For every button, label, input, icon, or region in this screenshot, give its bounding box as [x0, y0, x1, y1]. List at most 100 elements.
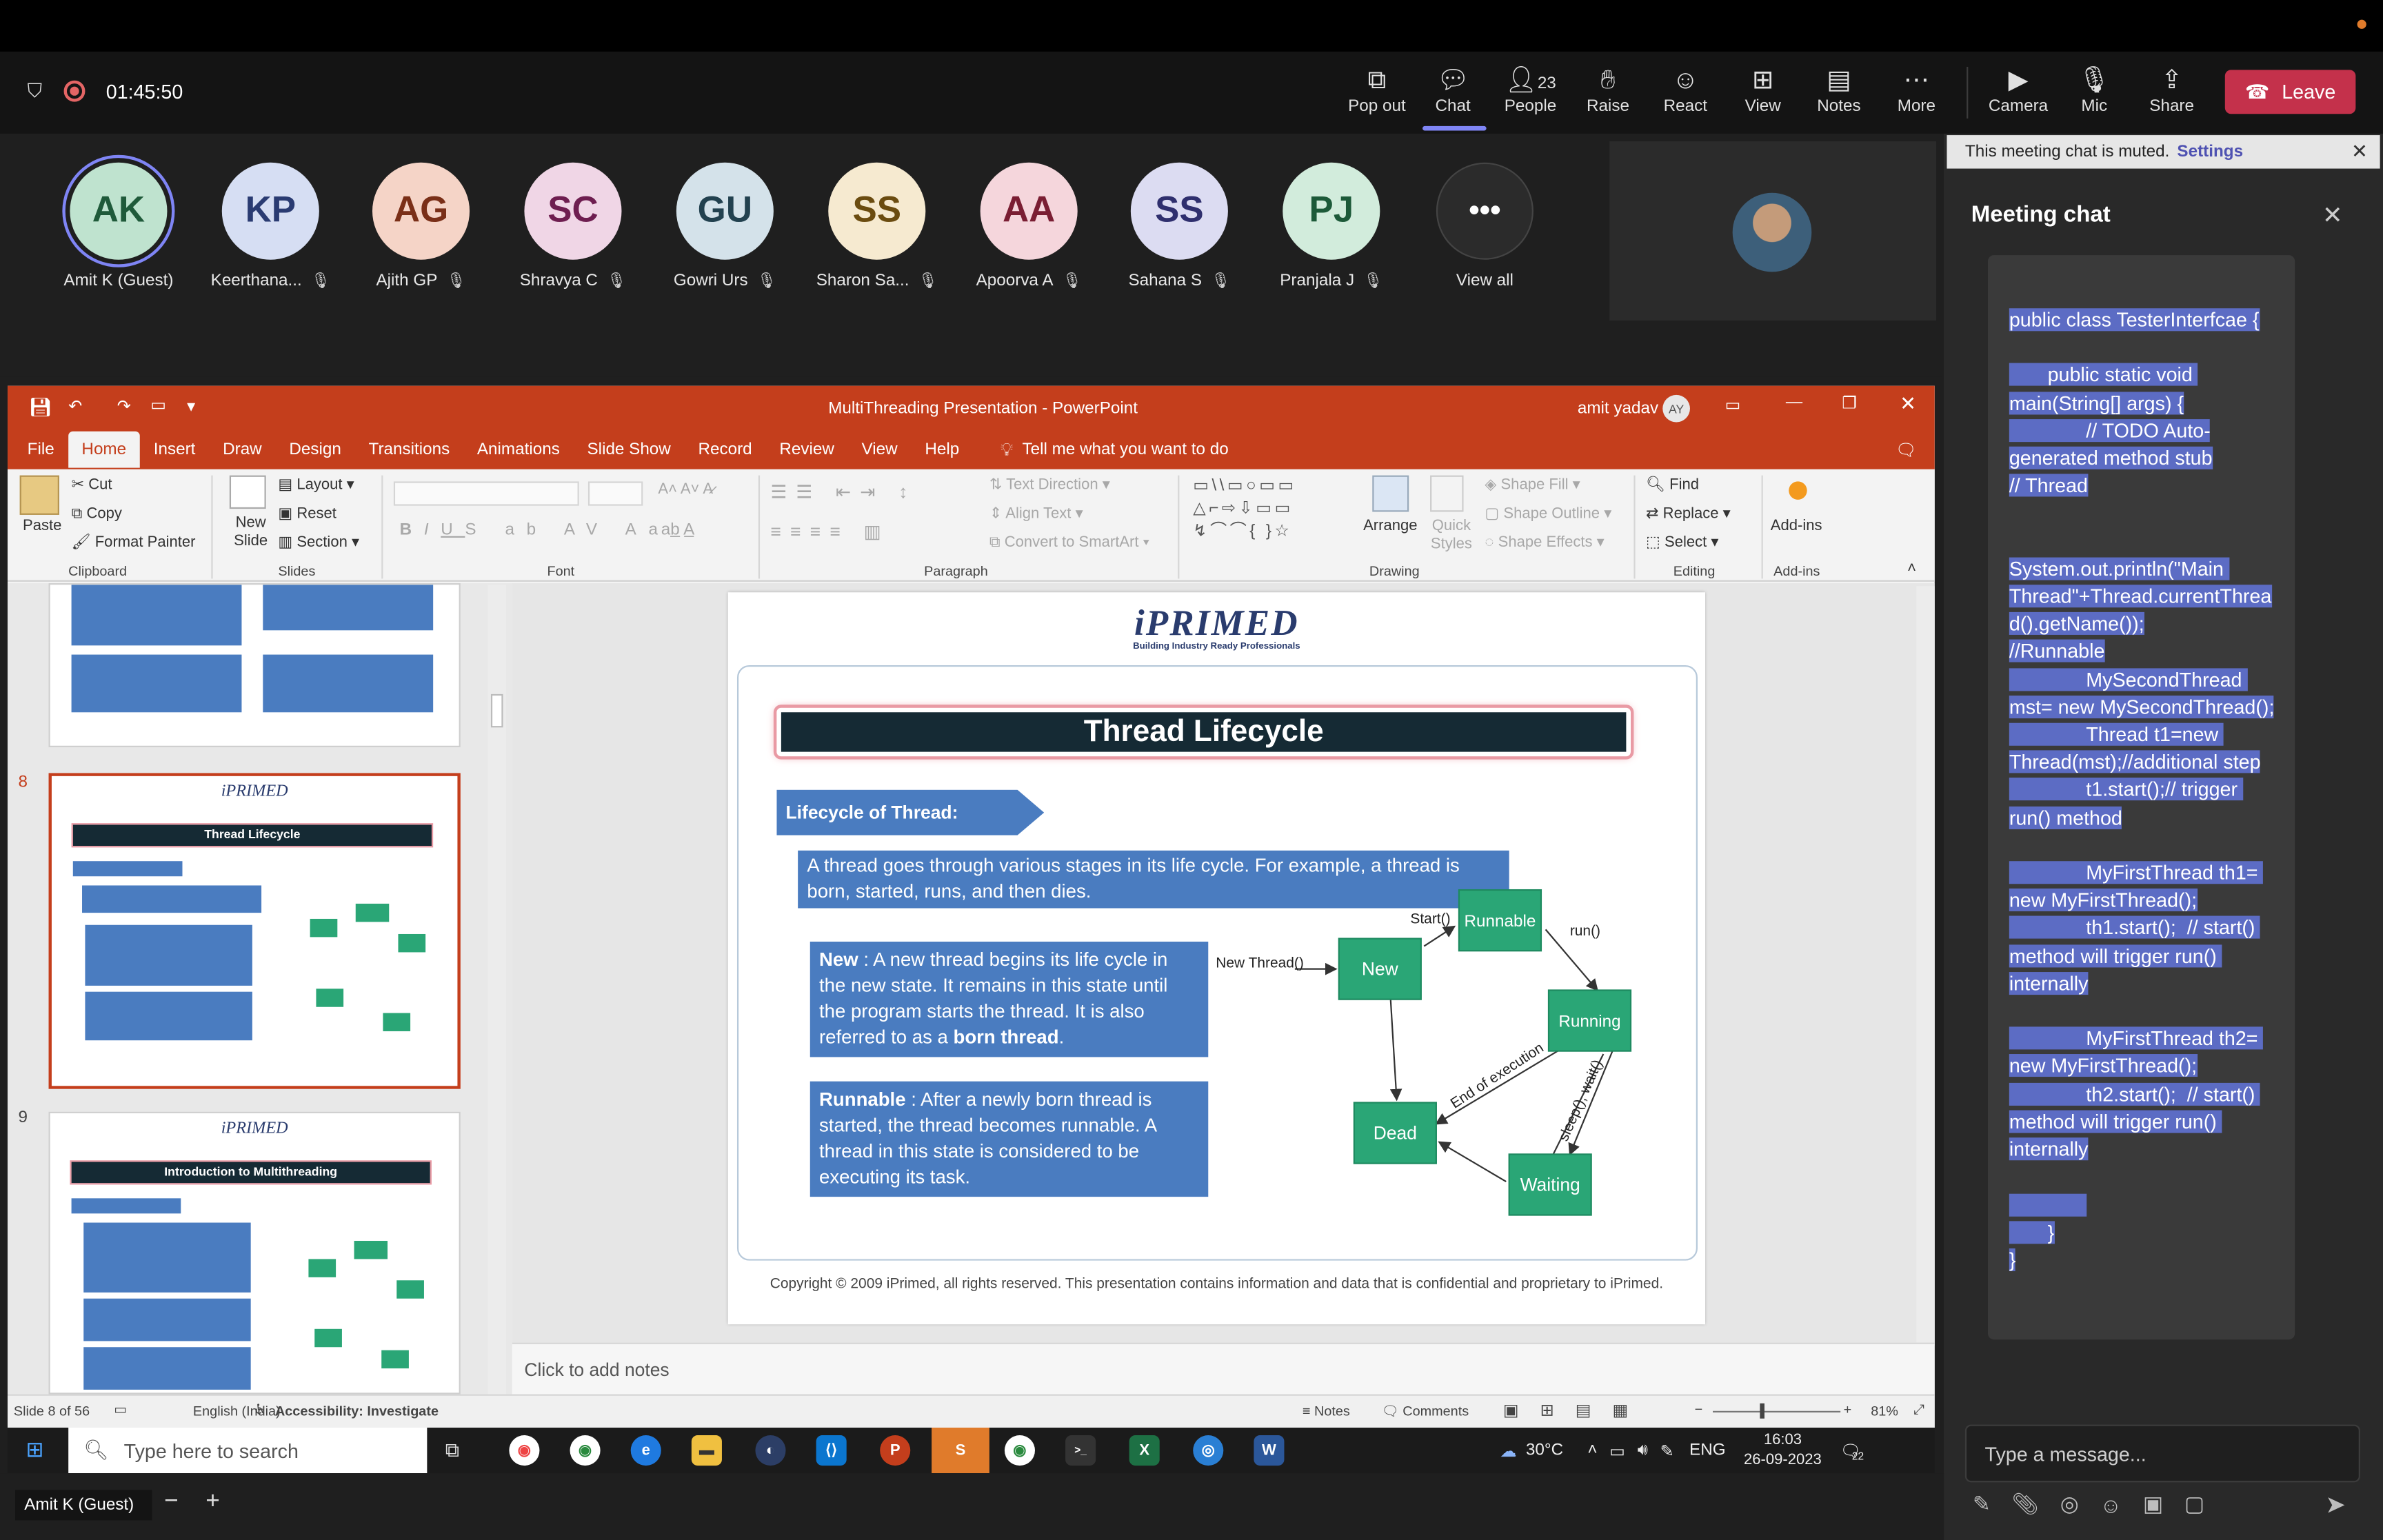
emoji-icon[interactable]: ☺ [2100, 1492, 2122, 1517]
quick-styles-button[interactable]: Quick Styles [1421, 518, 1482, 554]
new-slide-button[interactable]: New Slide [221, 515, 281, 551]
task-view-icon[interactable]: ⧉ [445, 1438, 459, 1462]
message-input[interactable]: Type a message... [1964, 1424, 2360, 1483]
camera-button[interactable]: ▶︎ Camera [1979, 64, 2058, 116]
editor-scrollbar[interactable] [1916, 586, 1935, 1346]
restore-icon[interactable]: ❐ [1842, 394, 1857, 413]
chat-button[interactable]: 💬︎ Chat [1414, 64, 1493, 116]
addins-button[interactable]: Add-ins [1771, 518, 1822, 534]
font-name-select[interactable] [393, 481, 579, 506]
copy-button[interactable]: ⧉ Copy [72, 506, 122, 523]
cmd-icon[interactable]: >_ [1065, 1435, 1096, 1466]
edge-icon[interactable]: e [630, 1435, 661, 1466]
eclipse-icon[interactable]: ◐ [755, 1435, 786, 1466]
find-button[interactable]: 🔍︎ Find [1646, 477, 1699, 494]
thumbnail-slide-7[interactable] [48, 583, 461, 747]
close-banner-icon[interactable]: ✕ [2351, 140, 2368, 164]
language-status[interactable]: English (India) [193, 1404, 281, 1419]
tab-file[interactable]: File [14, 432, 68, 468]
user-avatar[interactable]: AY [1662, 394, 1690, 423]
taskbar-search[interactable]: 🔍︎ Type here to search [68, 1428, 428, 1474]
comments-icon[interactable]: 🗨︎ [1896, 440, 1917, 459]
vscode-icon[interactable]: ⟨⟩ [816, 1435, 847, 1466]
arrange-icon[interactable] [1372, 475, 1409, 512]
layout-button[interactable]: ▤ Layout ▾ [278, 477, 354, 494]
settings-link[interactable]: Settings [2177, 143, 2243, 161]
tab-record[interactable]: Record [685, 432, 766, 468]
volume-icon[interactable]: 🔊︎ [1638, 1441, 1648, 1461]
sticker-icon[interactable]: ▢ [2184, 1492, 2204, 1517]
people-button[interactable]: 👤︎23 People [1491, 64, 1570, 116]
share-button[interactable]: ⇪ Share [2132, 64, 2211, 116]
teams-icon[interactable]: ◎ [1193, 1435, 1224, 1466]
powerpoint-icon[interactable]: P [880, 1435, 911, 1466]
attach-icon[interactable]: 📎︎ [2012, 1492, 2039, 1517]
tab-draw[interactable]: Draw [209, 432, 275, 468]
tab-transitions[interactable]: Transitions [355, 432, 463, 468]
more-button[interactable]: ⋯ More [1877, 64, 1956, 116]
zoom-out-icon[interactable]: − [1695, 1402, 1703, 1417]
notes-toggle[interactable]: ≡ Notes [1303, 1404, 1350, 1419]
thumbnail-scrollbar[interactable] [487, 585, 506, 1396]
cut-button[interactable]: ✂ Cut [72, 477, 112, 494]
collapse-ribbon-icon[interactable]: ˄ [1907, 560, 1916, 577]
tab-animations[interactable]: Animations [463, 432, 574, 468]
format-icon[interactable]: ✎ [1973, 1492, 1991, 1517]
shape-outline-button[interactable]: ▢ Shape Outline ▾ [1485, 506, 1611, 523]
reset-button[interactable]: ▣ Reset [278, 506, 336, 523]
tab-design[interactable]: Design [276, 432, 355, 468]
participant-tile[interactable]: PJ Pranjala J 🎙︎ [1263, 162, 1400, 290]
loop-icon[interactable]: ◎ [2060, 1492, 2079, 1517]
shape-effects-button[interactable]: ◌ Shape Effects ▾ [1485, 535, 1604, 551]
section-button[interactable]: ▥ Section ▾ [278, 535, 359, 551]
weather-temp[interactable]: 30°C [1526, 1441, 1563, 1459]
zoom-thumb[interactable] [1760, 1403, 1764, 1419]
save-icon[interactable]: 💾︎ [29, 396, 52, 418]
zoom-slider[interactable] [1713, 1410, 1841, 1412]
active-app-icon[interactable]: S [932, 1428, 989, 1474]
spellcheck-icon[interactable]: ▭ [114, 1402, 127, 1419]
fit-slide-icon[interactable]: ⤢ [1913, 1402, 1924, 1419]
file-explorer-icon[interactable]: ▬ [691, 1435, 722, 1466]
current-slide[interactable]: iPRIMED Building Industry Ready Professi… [727, 592, 1705, 1325]
shapes-gallery[interactable]: ▭\\▭○▭▭ △⌐⇨⇩▭▭ ↯⌒⌒{ }☆ [1193, 476, 1351, 544]
new-slide-icon[interactable] [229, 475, 266, 509]
paste-button[interactable]: Paste [23, 518, 61, 534]
chrome-icon[interactable]: ◉ [509, 1435, 540, 1466]
leave-button[interactable]: ☎︎ Leave [2224, 70, 2356, 114]
undo-icon[interactable]: ↶ [68, 396, 82, 416]
minimize-icon[interactable]: — [1786, 394, 1802, 412]
thumbnail-slide-9[interactable]: iPRIMED Introduction to Multithreading [48, 1111, 461, 1395]
clock[interactable]: 16:03 26-09-2023 [1744, 1430, 1822, 1470]
popout-button[interactable]: ⧉ Pop out [1338, 64, 1417, 116]
participant-tile[interactable]: AA Apoorva A 🎙︎ [961, 162, 1097, 290]
customize-icon[interactable]: ▾ [187, 396, 195, 416]
view-button[interactable]: ⊞ View [1723, 64, 1802, 116]
participant-tile[interactable]: GU Gowri Urs 🎙︎ [656, 162, 793, 290]
pen-icon[interactable]: ✎ [1660, 1441, 1674, 1460]
arrange-button[interactable]: Arrange [1363, 518, 1417, 534]
chat-message[interactable]: public class TesterInterfcae { public st… [1987, 255, 2295, 1340]
participant-tile[interactable]: AG Ajith GP 🎙︎ [352, 162, 489, 290]
tab-review[interactable]: Review [766, 432, 848, 468]
format-painter-button[interactable]: 🖌︎ Format Painter [72, 535, 196, 551]
select-button[interactable]: ⬚ Select ▾ [1646, 535, 1718, 551]
participant-tile[interactable]: AK Amit K (Guest) [50, 162, 187, 290]
notifications-icon[interactable]: 🗨︎ 22 [1840, 1441, 1864, 1462]
participant-tile[interactable]: SC Shravya C 🎙︎ [505, 162, 641, 290]
zoom-level[interactable]: 81% [1871, 1404, 1898, 1419]
tab-insert[interactable]: Insert [140, 432, 209, 468]
send-icon[interactable]: ➤ [2325, 1490, 2346, 1520]
paste-icon[interactable] [19, 475, 59, 515]
align-text-button[interactable]: ⇕ Align Text ▾ [989, 506, 1083, 523]
gif-icon[interactable]: ▣ [2143, 1492, 2163, 1517]
font-color-buttons[interactable]: ab̲ A̲ [661, 521, 695, 539]
thumbnail-slide-8[interactable]: iPRIMED Thread Lifecycle [48, 773, 461, 1089]
chrome-icon[interactable]: ◉ [570, 1435, 601, 1466]
participant-tile[interactable]: SS Sharon Sa... 🎙︎ [809, 162, 945, 290]
font-size-select[interactable] [587, 481, 643, 506]
slideshow-icon[interactable]: ▭ [150, 395, 166, 414]
zoom-in-button[interactable]: + [205, 1488, 220, 1516]
font-style-buttons[interactable]: BIUS ab AV Aa [400, 521, 670, 539]
addins-icon[interactable] [1789, 481, 1807, 500]
